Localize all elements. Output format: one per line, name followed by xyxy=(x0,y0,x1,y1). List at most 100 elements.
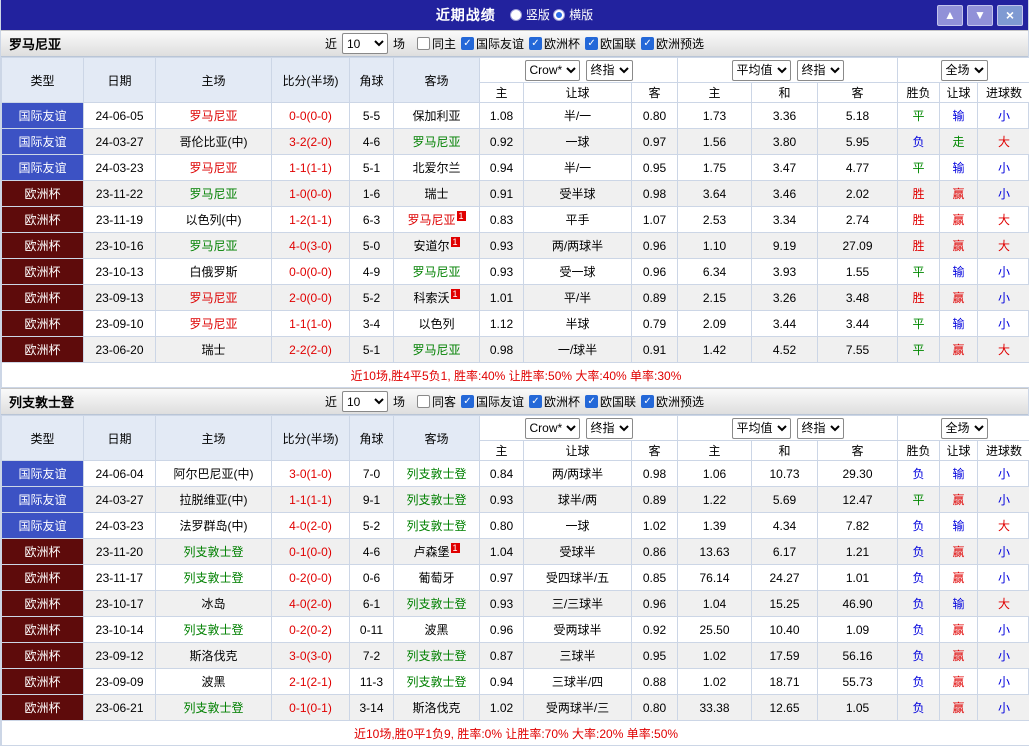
average-index-select[interactable]: 终指 xyxy=(796,59,844,81)
goals-result-cell: 小 xyxy=(977,460,1029,487)
home-team-cell[interactable]: 列支敦士登 xyxy=(155,694,272,721)
home-team-cell[interactable]: 罗马尼亚 xyxy=(155,284,272,311)
away-team-cell[interactable]: 以色列 xyxy=(393,310,480,337)
away-team-cell[interactable]: 列支敦士登 xyxy=(393,590,480,617)
away-team-cell[interactable]: 列支敦士登 xyxy=(393,642,480,669)
unchecked-checkbox-icon[interactable] xyxy=(416,395,430,408)
goals-result-cell: 小 xyxy=(977,694,1029,721)
home-team-cell[interactable]: 列支敦士登 xyxy=(155,616,272,643)
handicap-away-odds-cell: 0.97 xyxy=(631,128,678,155)
home-team-cell[interactable]: 哥伦比亚(中) xyxy=(155,128,272,155)
bookmaker-select[interactable]: Crow* xyxy=(524,59,580,81)
checked-checkbox-icon[interactable] xyxy=(585,395,599,408)
home-team-cell[interactable]: 拉脱维亚(中) xyxy=(155,486,272,513)
recent-label: 近 xyxy=(324,395,337,409)
radio-icon[interactable] xyxy=(553,8,566,21)
date-cell: 23-10-13 xyxy=(83,258,156,285)
same-side-checkbox-1[interactable]: 同客 xyxy=(416,393,456,410)
radio-icon[interactable] xyxy=(509,8,522,21)
home-team-cell[interactable]: 罗马尼亚 xyxy=(155,180,272,207)
home-team-cell[interactable]: 罗马尼亚 xyxy=(155,310,272,337)
home-team-cell[interactable]: 罗马尼亚 xyxy=(155,232,272,259)
away-team-cell[interactable]: 列支敦士登 xyxy=(393,460,480,487)
competition-filter-0-0[interactable]: 国际友谊 xyxy=(460,35,524,52)
close-button[interactable]: × xyxy=(997,4,1023,26)
home-team-cell[interactable]: 冰岛 xyxy=(155,590,272,617)
home-team-cell[interactable]: 列支敦士登 xyxy=(155,564,272,591)
checked-checkbox-icon[interactable] xyxy=(460,395,474,408)
recent-count-select[interactable]: 10 xyxy=(341,391,388,412)
checked-checkbox-icon[interactable] xyxy=(529,37,542,50)
home-team-cell[interactable]: 斯洛伐克 xyxy=(155,642,272,669)
home-team-cell[interactable]: 列支敦士登 xyxy=(155,538,272,565)
goals-result-cell: 小 xyxy=(977,538,1029,565)
checkbox-label: 欧洲预选 xyxy=(656,395,705,409)
handicap-away-odds-cell: 0.92 xyxy=(631,616,678,643)
checked-checkbox-icon[interactable] xyxy=(585,37,599,50)
winloss-result-cell: 负 xyxy=(897,460,941,487)
checked-checkbox-icon[interactable] xyxy=(641,395,655,408)
away-team-cell[interactable]: 葡萄牙 xyxy=(393,564,480,591)
sub-column-header: 进球数 xyxy=(977,82,1029,103)
average-index-select[interactable]: 终指 xyxy=(796,417,844,439)
away-team-cell[interactable]: 北爱尔兰 xyxy=(393,154,480,181)
away-team-cell[interactable]: 安道尔 1 xyxy=(393,232,480,259)
handicap-selects-cell: Crow* 终指 xyxy=(479,57,678,83)
average-select[interactable]: 平均值 xyxy=(731,59,791,81)
winloss-result-cell: 负 xyxy=(897,694,941,721)
away-team-cell[interactable]: 科索沃 1 xyxy=(393,284,480,311)
home-team-cell[interactable]: 阿尔巴尼亚(中) xyxy=(155,460,272,487)
away-team-cell[interactable]: 波黑 xyxy=(393,616,480,643)
scope-select[interactable]: 全场 xyxy=(940,417,988,439)
home-team-cell[interactable]: 罗马尼亚 xyxy=(155,102,272,129)
away-team-cell[interactable]: 列支敦士登 xyxy=(393,512,480,539)
away-team-cell[interactable]: 罗马尼亚 xyxy=(393,258,480,285)
unchecked-checkbox-icon[interactable] xyxy=(416,37,430,50)
away-team-cell[interactable]: 列支敦士登 xyxy=(393,668,480,695)
competition-filter-0-1[interactable]: 欧洲杯 xyxy=(529,35,580,52)
home-team-cell[interactable]: 瑞士 xyxy=(155,336,272,363)
competition-filter-1-3[interactable]: 欧洲预选 xyxy=(641,393,704,410)
recent-count-select[interactable]: 10 xyxy=(341,33,388,54)
away-team-cell[interactable]: 罗马尼亚 xyxy=(393,336,480,363)
scroll-down-button[interactable]: ▼ xyxy=(967,4,993,26)
home-team-cell[interactable]: 白俄罗斯 xyxy=(155,258,272,285)
bookmaker-index-select[interactable]: 终指 xyxy=(585,417,633,439)
euro-away-odds-cell: 1.05 xyxy=(816,694,899,721)
checked-checkbox-icon[interactable] xyxy=(641,37,655,50)
away-team-cell[interactable]: 保加利亚 xyxy=(393,102,480,129)
average-select[interactable]: 平均值 xyxy=(731,417,791,439)
goals-result-cell: 小 xyxy=(977,564,1029,591)
competition-filter-1-1[interactable]: 欧洲杯 xyxy=(529,393,580,410)
score-cell: 4-0(2-0) xyxy=(271,590,350,617)
handicap-away-odds-cell: 0.86 xyxy=(631,538,678,565)
home-team-cell[interactable]: 波黑 xyxy=(155,668,272,695)
home-team-cell[interactable]: 法罗群岛(中) xyxy=(155,512,272,539)
away-team-cell[interactable]: 罗马尼亚 1 xyxy=(393,206,480,233)
away-team-cell[interactable]: 罗马尼亚 xyxy=(393,128,480,155)
competition-filter-0-2[interactable]: 欧国联 xyxy=(585,35,636,52)
competition-type-cell: 国际友谊 xyxy=(1,154,84,181)
same-side-checkbox-0[interactable]: 同主 xyxy=(416,35,456,52)
home-team-cell[interactable]: 以色列(中) xyxy=(155,206,272,233)
bookmaker-select[interactable]: Crow* xyxy=(524,417,580,439)
handicap-result-cell: 赢 xyxy=(939,206,979,233)
layout-radio-1[interactable]: 横版 xyxy=(553,6,593,23)
competition-filter-1-2[interactable]: 欧国联 xyxy=(585,393,636,410)
home-team-cell[interactable]: 罗马尼亚 xyxy=(155,154,272,181)
away-team-cell[interactable]: 卢森堡 1 xyxy=(393,538,480,565)
competition-filter-1-0[interactable]: 国际友谊 xyxy=(460,393,524,410)
checked-checkbox-icon[interactable] xyxy=(529,395,542,408)
competition-filter-0-3[interactable]: 欧洲预选 xyxy=(641,35,704,52)
score-cell: 1-0(0-0) xyxy=(271,180,350,207)
away-team-cell[interactable]: 斯洛伐克 xyxy=(393,694,480,721)
away-team-cell[interactable]: 列支敦士登 xyxy=(393,486,480,513)
checked-checkbox-icon[interactable] xyxy=(460,37,474,50)
scope-select[interactable]: 全场 xyxy=(940,59,988,81)
away-team-cell[interactable]: 瑞士 xyxy=(393,180,480,207)
layout-radio-0[interactable]: 竖版 xyxy=(509,6,550,23)
date-cell: 24-06-04 xyxy=(83,460,156,487)
bookmaker-index-select[interactable]: 终指 xyxy=(585,59,633,81)
scroll-up-button[interactable]: ▲ xyxy=(937,4,963,26)
date-cell: 23-09-10 xyxy=(83,310,156,337)
